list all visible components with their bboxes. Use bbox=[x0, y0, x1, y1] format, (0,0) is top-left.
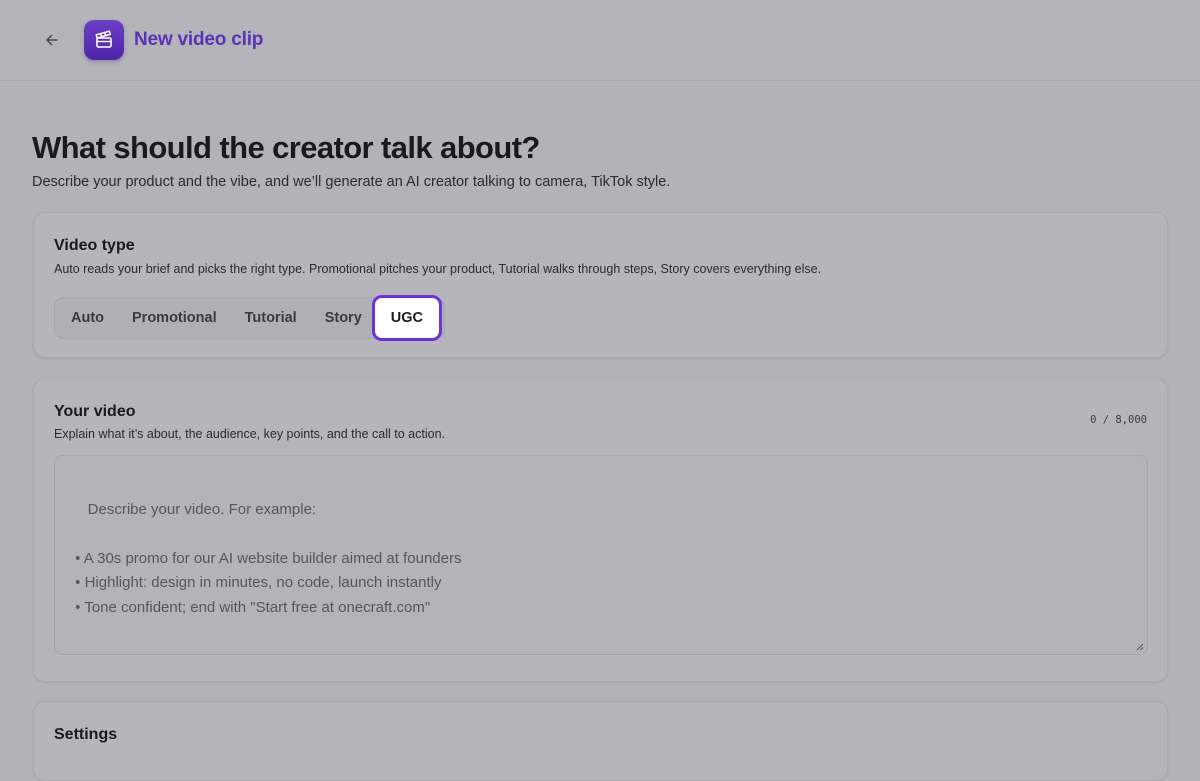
app-title: New video clip bbox=[134, 29, 264, 50]
settings-card: Settings bbox=[33, 701, 1168, 781]
top-bar: New video clip bbox=[0, 0, 1200, 81]
video-type-option-auto[interactable]: Auto bbox=[57, 300, 118, 336]
settings-title: Settings bbox=[54, 726, 118, 743]
resize-grip-icon[interactable] bbox=[1136, 643, 1144, 651]
page-title: What should the creator talk about? bbox=[32, 130, 540, 165]
back-button[interactable] bbox=[38, 26, 66, 54]
video-brief-textarea[interactable]: Describe your video. For example: • A 30… bbox=[54, 455, 1148, 655]
your-video-card: Your video Explain what it’s about, the … bbox=[33, 378, 1168, 682]
arrow-left-icon bbox=[46, 34, 58, 46]
video-type-description: Auto reads your brief and picks the righ… bbox=[54, 262, 822, 276]
video-type-option-tutorial[interactable]: Tutorial bbox=[231, 300, 311, 336]
video-type-card: Video type Auto reads your brief and pic… bbox=[33, 212, 1168, 358]
character-counter: 0 / 8,000 bbox=[1090, 414, 1147, 426]
video-brief-placeholder: Describe your video. For example: • A 30… bbox=[75, 500, 462, 616]
your-video-description: Explain what it’s about, the audience, k… bbox=[54, 427, 445, 441]
video-type-option-ugc[interactable]: UGC bbox=[371, 295, 443, 341]
page-subtitle: Describe your product and the vibe, and … bbox=[32, 174, 671, 190]
app-icon bbox=[84, 20, 124, 60]
clapperboard-icon bbox=[95, 30, 112, 48]
video-type-title: Video type bbox=[54, 237, 135, 254]
video-type-selector: Auto Promotional Tutorial Story UGC bbox=[54, 295, 446, 341]
video-type-option-promotional[interactable]: Promotional bbox=[118, 300, 231, 336]
video-type-option-story[interactable]: Story bbox=[311, 300, 370, 336]
your-video-title: Your video bbox=[54, 403, 136, 420]
